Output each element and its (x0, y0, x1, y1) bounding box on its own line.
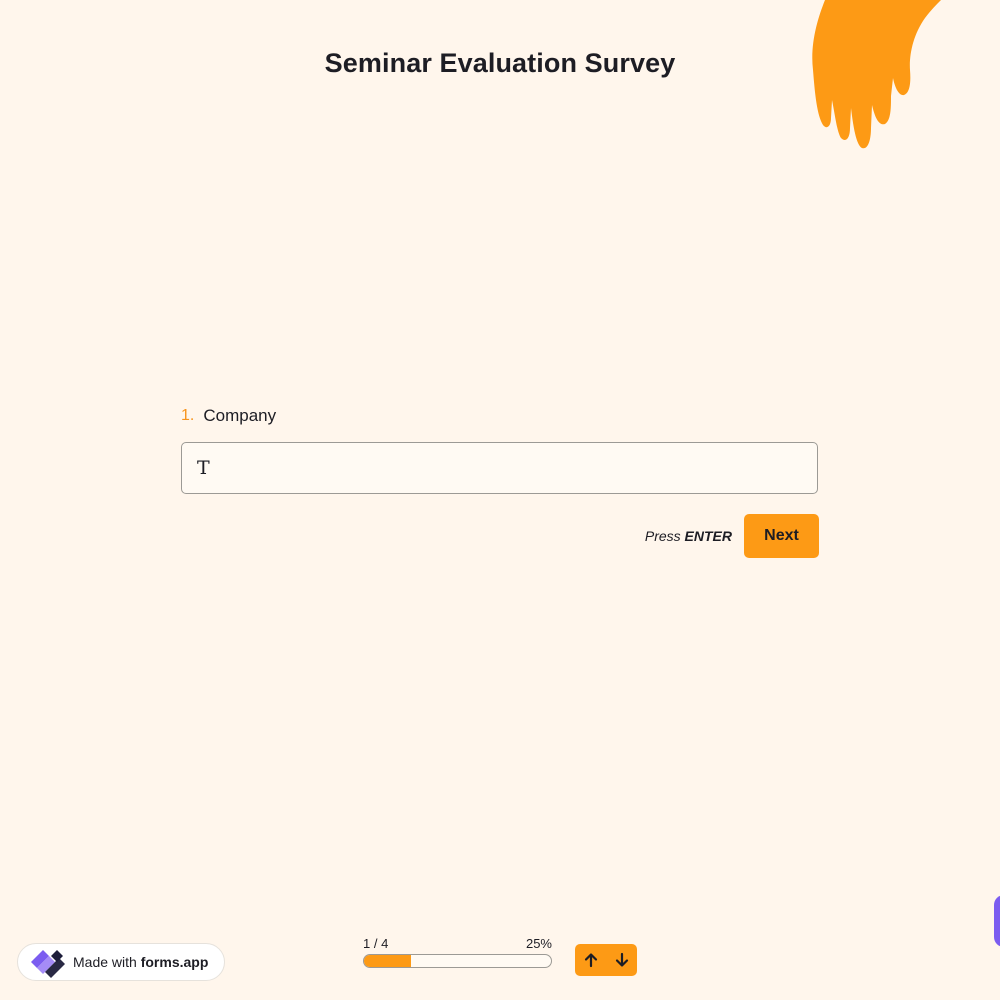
press-enter-hint: Press ENTER (644, 528, 732, 544)
question-label: 1. Company (181, 405, 819, 427)
badge-text: Made with forms.app (73, 954, 209, 970)
progress-bar (363, 954, 552, 968)
enter-key-label: ENTER (684, 528, 732, 544)
made-with-badge[interactable]: Made with forms.app (17, 943, 225, 981)
progress-percent: 25% (525, 936, 552, 951)
question-text: Company (203, 406, 277, 425)
forms-app-logo-icon (31, 950, 65, 978)
progress-bar-fill (364, 955, 411, 967)
question-block: 1. Company Press ENTER Next (181, 405, 819, 558)
next-question-button[interactable] (606, 944, 637, 976)
progress-indicator: 1 / 4 25% (363, 936, 552, 968)
arrow-up-icon (584, 953, 597, 968)
decorative-purple-shape (994, 895, 1000, 947)
arrow-down-icon (615, 952, 628, 967)
previous-question-button[interactable] (575, 944, 606, 976)
question-number: 1. (181, 407, 195, 424)
next-button[interactable]: Next (744, 514, 819, 558)
page-title: Seminar Evaluation Survey (324, 48, 676, 78)
badge-brand: forms.app (140, 954, 209, 970)
company-input[interactable] (181, 442, 818, 494)
question-actions: Press ENTER Next (181, 514, 819, 558)
progress-step: 1 / 4 (363, 936, 389, 951)
question-navigation (575, 944, 637, 976)
